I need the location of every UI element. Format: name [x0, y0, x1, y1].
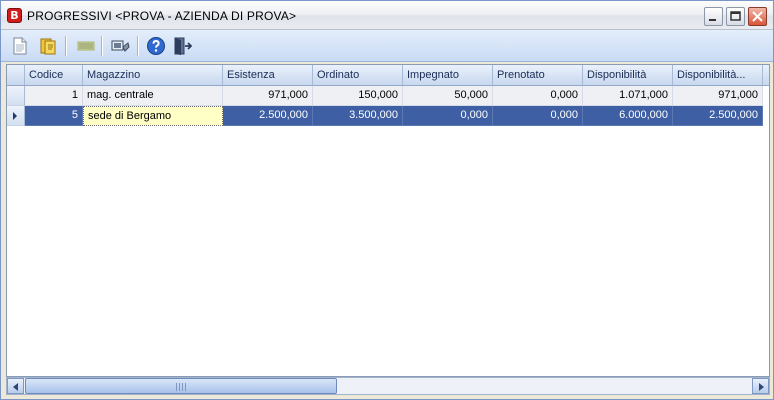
- title-bar[interactable]: B PROGRESSIVI <PROVA - AZIENDA DI PROVA>: [1, 1, 773, 30]
- barcode-icon: [77, 41, 95, 51]
- toolbar-separator: [137, 36, 139, 56]
- column-header-impegnato[interactable]: Impegnato: [403, 65, 493, 85]
- minimize-button[interactable]: [704, 7, 723, 26]
- progressivi-window: B PROGRESSIVI <PROVA - AZIENDA DI PROVA>: [0, 0, 774, 400]
- cell-disponibilita[interactable]: 1.071,000: [583, 86, 673, 106]
- open-folder-icon: [40, 38, 56, 55]
- column-header-esistenza[interactable]: Esistenza: [223, 65, 313, 85]
- toolbar-separator: [101, 36, 103, 56]
- cell-ordinato[interactable]: 3.500,000: [313, 106, 403, 126]
- cell-prenotato[interactable]: 0,000: [493, 86, 583, 106]
- scrollbar-thumb[interactable]: [25, 378, 337, 394]
- barcode-button[interactable]: [75, 35, 97, 57]
- cell-disponibilita-2[interactable]: 2.500,000: [673, 106, 763, 126]
- cell-codice[interactable]: 5: [25, 106, 83, 126]
- cell-disponibilita-2[interactable]: 971,000: [673, 86, 763, 106]
- header-row-selector: [7, 65, 25, 85]
- column-header-disponibilita[interactable]: Disponibilità: [583, 65, 673, 85]
- column-header-ordinato[interactable]: Ordinato: [313, 65, 403, 85]
- tools-button[interactable]: [109, 35, 131, 57]
- cell-esistenza[interactable]: 971,000: [223, 86, 313, 106]
- grip-icon: [176, 383, 186, 391]
- maximize-icon: [730, 11, 741, 21]
- exit-door-icon: [174, 37, 193, 55]
- column-header-magazzino[interactable]: Magazzino: [83, 65, 223, 85]
- toolbar-separator: [65, 36, 67, 56]
- progressivi-grid[interactable]: Codice Magazzino Esistenza Ordinato Impe…: [6, 64, 770, 377]
- close-button[interactable]: [748, 7, 767, 26]
- new-document-icon: [13, 37, 27, 55]
- toolbar: [1, 30, 773, 62]
- row-selector[interactable]: [7, 86, 25, 106]
- scroll-left-button[interactable]: [7, 378, 24, 394]
- current-row-arrow-icon: [13, 112, 17, 120]
- close-icon: [752, 11, 763, 22]
- help-icon: [147, 37, 165, 55]
- exit-button[interactable]: [171, 35, 193, 57]
- maximize-button[interactable]: [726, 7, 745, 26]
- cell-magazzino-focused[interactable]: sede di Bergamo: [83, 106, 223, 126]
- column-header-disponibilita-2[interactable]: Disponibilità...: [673, 65, 763, 85]
- cell-impegnato[interactable]: 0,000: [403, 106, 493, 126]
- cell-disponibilita[interactable]: 6.000,000: [583, 106, 673, 126]
- cell-magazzino[interactable]: mag. centrale: [83, 86, 223, 106]
- cell-impegnato[interactable]: 50,000: [403, 86, 493, 106]
- app-logo-icon: B: [7, 8, 22, 23]
- window-title: PROGRESSIVI <PROVA - AZIENDA DI PROVA>: [27, 9, 297, 23]
- open-button[interactable]: [37, 35, 59, 57]
- row-selector[interactable]: [7, 106, 25, 126]
- arrow-right-icon: [759, 383, 764, 391]
- arrow-left-icon: [13, 383, 18, 391]
- column-header-codice[interactable]: Codice: [25, 65, 83, 85]
- help-button[interactable]: [145, 35, 167, 57]
- minimize-icon: [709, 19, 716, 21]
- scroll-right-button[interactable]: [752, 378, 769, 394]
- cell-ordinato[interactable]: 150,000: [313, 86, 403, 106]
- tools-icon: [111, 40, 130, 52]
- cell-codice[interactable]: 1: [25, 86, 83, 106]
- cell-esistenza[interactable]: 2.500,000: [223, 106, 313, 126]
- column-header-prenotato[interactable]: Prenotato: [493, 65, 583, 85]
- new-document-button[interactable]: [9, 35, 31, 57]
- grid-header: Codice Magazzino Esistenza Ordinato Impe…: [7, 65, 769, 86]
- horizontal-scrollbar[interactable]: [6, 377, 770, 395]
- cell-prenotato[interactable]: 0,000: [493, 106, 583, 126]
